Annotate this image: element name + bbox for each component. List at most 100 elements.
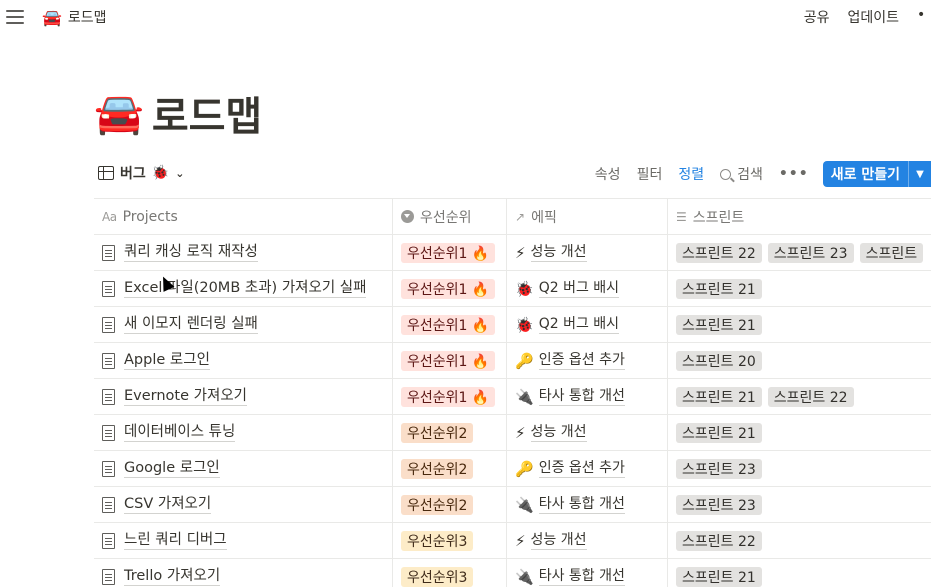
breadcrumb[interactable]: 🚘 로드맵 <box>42 7 107 27</box>
column-header-priority[interactable]: 우선순위 <box>393 199 507 234</box>
project-cell[interactable]: 새 이모지 렌더링 실패 <box>94 307 393 342</box>
column-header-sprint[interactable]: ☰ 스프린트 <box>668 199 931 234</box>
page-icon <box>102 352 115 369</box>
sprint-cell[interactable]: 스프린트 20 <box>668 343 931 378</box>
menu-icon[interactable] <box>6 10 24 24</box>
project-cell[interactable]: Excel 파일(20MB 초과) 가져오기 실패 <box>94 271 393 306</box>
sort-button[interactable]: 정렬 <box>678 164 704 184</box>
project-cell[interactable]: 데이터베이스 튜닝 <box>94 415 393 450</box>
column-header-epic[interactable]: ↗ 에픽 <box>507 199 668 234</box>
priority-cell[interactable]: 우선순위3 <box>393 559 507 587</box>
sprint-cell[interactable]: 스프린트 21 스프린트 22 <box>668 379 931 414</box>
table-row[interactable]: Excel 파일(20MB 초과) 가져오기 실패 우선순위1 🔥 🐞 Q2 버… <box>94 271 931 307</box>
sprint-cell[interactable]: 스프린트 22 <box>668 523 931 558</box>
epic-link[interactable]: ⚡ 성능 개선 <box>515 423 587 442</box>
priority-cell[interactable]: 우선순위3 <box>393 523 507 558</box>
table-row[interactable]: Apple 로그인 우선순위1 🔥 🔑 인증 옵션 추가 스프린트 20 <box>94 343 931 379</box>
sprint-cell[interactable]: 스프린트 21 <box>668 307 931 342</box>
epic-name: 성능 개선 <box>530 244 587 262</box>
project-name[interactable]: 느린 쿼리 디버그 <box>124 531 227 550</box>
epic-link[interactable]: 🔑 인증 옵션 추가 <box>515 459 625 478</box>
epic-name: 타사 통합 개선 <box>538 388 625 406</box>
priority-cell[interactable]: 우선순위2 <box>393 487 507 522</box>
project-cell[interactable]: Apple 로그인 <box>94 343 393 378</box>
epic-cell[interactable]: 🔌 타사 통합 개선 <box>507 559 668 587</box>
project-cell[interactable]: Google 로그인 <box>94 451 393 486</box>
epic-emoji-icon: 🔌 <box>515 567 534 586</box>
priority-cell[interactable]: 우선순위2 <box>393 451 507 486</box>
epic-cell[interactable]: ⚡ 성능 개선 <box>507 415 668 450</box>
project-name[interactable]: Google 로그인 <box>124 459 220 478</box>
project-name[interactable]: Evernote 가져오기 <box>124 387 248 406</box>
epic-link[interactable]: ⚡ 성능 개선 <box>515 243 587 262</box>
epic-cell[interactable]: 🔑 인증 옵션 추가 <box>507 451 668 486</box>
share-button[interactable]: 공유 <box>804 7 830 27</box>
more-menu-button[interactable]: • <box>917 7 931 27</box>
project-cell[interactable]: 느린 쿼리 디버그 <box>94 523 393 558</box>
view-selector[interactable]: 버그 🐞 ⌄ <box>98 163 184 183</box>
epic-name: Q2 버그 배시 <box>538 316 620 334</box>
sprint-cell[interactable]: 스프린트 21 <box>668 559 931 587</box>
epic-link[interactable]: 🔑 인증 옵션 추가 <box>515 351 625 370</box>
project-cell[interactable]: Evernote 가져오기 <box>94 379 393 414</box>
project-name[interactable]: Trello 가져오기 <box>124 567 221 586</box>
epic-cell[interactable]: ⚡ 성능 개선 <box>507 523 668 558</box>
epic-emoji-icon: ⚡ <box>515 531 526 550</box>
updates-button[interactable]: 업데이트 <box>847 7 899 27</box>
sprint-cell[interactable]: 스프린트 23 <box>668 451 931 486</box>
priority-cell[interactable]: 우선순위1 🔥 <box>393 307 507 342</box>
table-row[interactable]: 새 이모지 렌더링 실패 우선순위1 🔥 🐞 Q2 버그 배시 스프린트 21 <box>94 307 931 343</box>
epic-cell[interactable]: ⚡ 성능 개선 <box>507 235 668 270</box>
project-cell[interactable]: Trello 가져오기 <box>94 559 393 587</box>
sprint-cell[interactable]: 스프린트 21 <box>668 415 931 450</box>
project-name[interactable]: 데이터베이스 튜닝 <box>124 423 236 442</box>
priority-cell[interactable]: 우선순위1 🔥 <box>393 235 507 270</box>
epic-cell[interactable]: 🐞 Q2 버그 배시 <box>507 307 668 342</box>
table-row[interactable]: 느린 쿼리 디버그 우선순위3 ⚡ 성능 개선 스프린트 22 <box>94 523 931 559</box>
view-more-button[interactable]: ••• <box>779 166 809 182</box>
table-row[interactable]: Evernote 가져오기 우선순위1 🔥 🔌 타사 통합 개선 스프린트 21… <box>94 379 931 415</box>
priority-cell[interactable]: 우선순위1 🔥 <box>393 379 507 414</box>
epic-link[interactable]: 🔌 타사 통합 개선 <box>515 387 625 406</box>
new-button[interactable]: 새로 만들기 ▼ <box>822 161 931 187</box>
epic-link[interactable]: 🐞 Q2 버그 배시 <box>515 315 620 334</box>
project-name[interactable]: 쿼리 캐싱 로직 재작성 <box>124 243 258 262</box>
new-dropdown-chevron-icon[interactable]: ▼ <box>909 161 931 187</box>
epic-link[interactable]: ⚡ 성능 개선 <box>515 531 587 550</box>
table-row[interactable]: CSV 가져오기 우선순위2 🔌 타사 통합 개선 스프린트 23 <box>94 487 931 523</box>
project-name[interactable]: CSV 가져오기 <box>124 495 212 514</box>
epic-cell[interactable]: 🔑 인증 옵션 추가 <box>507 343 668 378</box>
priority-cell[interactable]: 우선순위1 🔥 <box>393 343 507 378</box>
table-row[interactable]: Google 로그인 우선순위2 🔑 인증 옵션 추가 스프린트 23 <box>94 451 931 487</box>
epic-name: 타사 통합 개선 <box>538 496 625 514</box>
epic-name: 인증 옵션 추가 <box>538 460 625 478</box>
table-row[interactable]: 쿼리 캐싱 로직 재작성 우선순위1 🔥 ⚡ 성능 개선 스프린트 22 스프린트… <box>94 235 931 271</box>
project-cell[interactable]: 쿼리 캐싱 로직 재작성 <box>94 235 393 270</box>
epic-link[interactable]: 🐞 Q2 버그 배시 <box>515 279 620 298</box>
epic-name: 인증 옵션 추가 <box>538 352 625 370</box>
epic-cell[interactable]: 🐞 Q2 버그 배시 <box>507 271 668 306</box>
table-row[interactable]: 데이터베이스 튜닝 우선순위2 ⚡ 성능 개선 스프린트 21 <box>94 415 931 451</box>
column-label: 스프린트 <box>692 209 745 226</box>
project-name[interactable]: 새 이모지 렌더링 실패 <box>124 315 258 334</box>
epic-cell[interactable]: 🔌 타사 통합 개선 <box>507 379 668 414</box>
search-button[interactable]: 검색 <box>720 164 763 184</box>
column-header-projects[interactable]: Aa Projects <box>94 199 393 234</box>
page-icon <box>102 424 115 441</box>
priority-cell[interactable]: 우선순위2 <box>393 415 507 450</box>
project-cell[interactable]: CSV 가져오기 <box>94 487 393 522</box>
sprint-cell[interactable]: 스프린트 23 <box>668 487 931 522</box>
page-icon <box>102 496 115 513</box>
chevron-down-icon: ⌄ <box>175 166 185 180</box>
sprint-cell[interactable]: 스프린트 21 <box>668 271 931 306</box>
priority-tag: 우선순위2 <box>401 494 474 515</box>
epic-link[interactable]: 🔌 타사 통합 개선 <box>515 567 625 586</box>
sprint-cell[interactable]: 스프린트 22 스프린트 23 스프린트 <box>668 235 931 270</box>
priority-cell[interactable]: 우선순위1 🔥 <box>393 271 507 306</box>
table-row[interactable]: Trello 가져오기 우선순위3 🔌 타사 통합 개선 스프린트 21 <box>94 559 931 587</box>
epic-cell[interactable]: 🔌 타사 통합 개선 <box>507 487 668 522</box>
project-name[interactable]: Apple 로그인 <box>124 351 210 370</box>
properties-button[interactable]: 속성 <box>595 164 621 184</box>
epic-link[interactable]: 🔌 타사 통합 개선 <box>515 495 625 514</box>
filter-button[interactable]: 필터 <box>637 164 663 184</box>
